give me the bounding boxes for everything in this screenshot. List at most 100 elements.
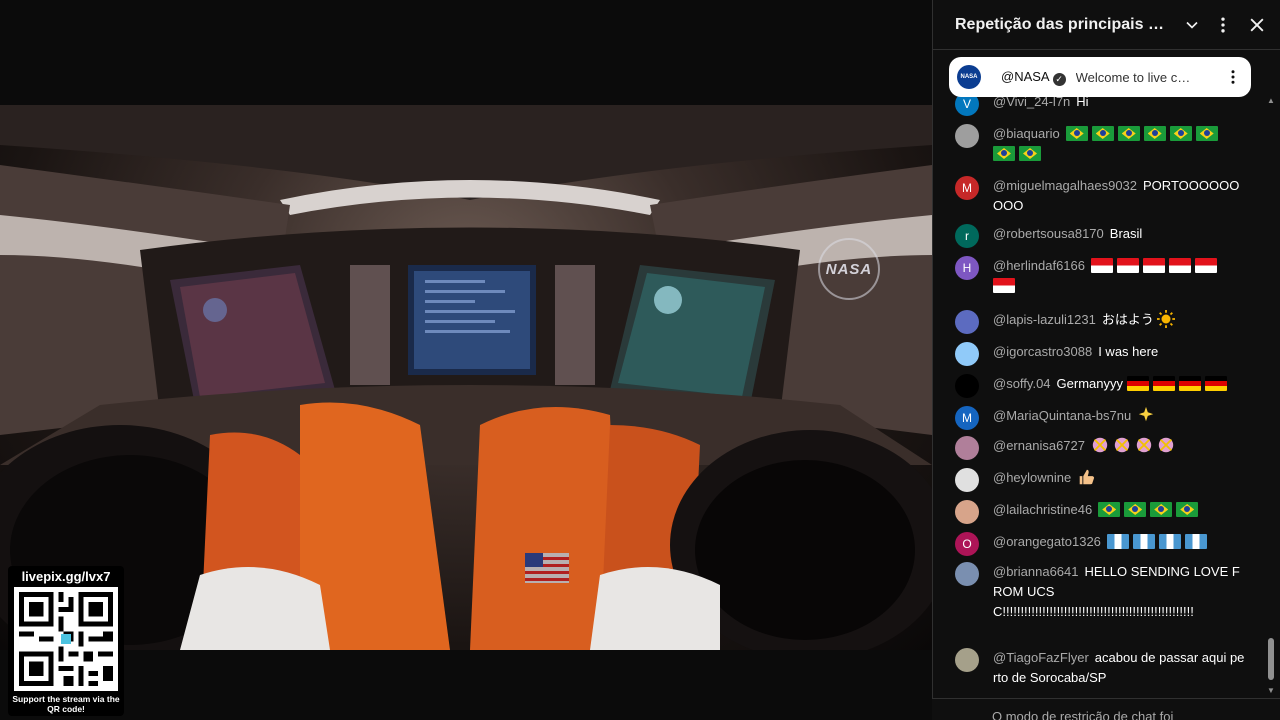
message-body: @MariaQuintana-bs7nu [993, 406, 1245, 430]
author-name[interactable]: @TiagoFazFlyer [993, 650, 1089, 665]
pinned-more-options-button[interactable] [1223, 65, 1243, 89]
party-emoji-icon [1113, 437, 1135, 453]
scroll-down-arrow-icon[interactable]: ▼ [1266, 686, 1276, 695]
chat-message[interactable]: @ernanisa6727 [955, 436, 1255, 460]
chat-close-button[interactable] [1242, 8, 1272, 42]
qr-donation-overlay: livepix.gg/lvx7 Support the stream via t… [8, 566, 124, 716]
chat-footer: O modo de restrição de chat foi [932, 698, 1280, 720]
author-name[interactable]: @lapis-lazuli1231 [993, 312, 1096, 327]
chevron-down-icon [1185, 21, 1198, 29]
scroll-up-arrow-icon[interactable]: ▲ [1266, 96, 1276, 105]
author-avatar[interactable]: M [955, 176, 979, 200]
party-emoji-icon [1157, 437, 1179, 453]
chat-message[interactable]: @lapis-lazuli1231 おはよう [955, 310, 1255, 334]
de-flag-emoji-icon [1178, 376, 1201, 391]
br-flag-emoji-icon [1117, 126, 1140, 141]
message-body: @lapis-lazuli1231 おはよう [993, 310, 1245, 334]
author-avatar[interactable] [955, 648, 979, 672]
author-name[interactable]: @herlindaf6166 [993, 258, 1085, 273]
author-avatar[interactable] [955, 468, 979, 492]
chat-mode-dropdown-button[interactable] [1177, 8, 1207, 42]
id-flag-emoji-icon [1194, 258, 1217, 273]
thumbsup-emoji-icon [1077, 469, 1099, 485]
id-flag-emoji-icon [1168, 258, 1191, 273]
chat-scrollbar-thumb[interactable] [1268, 638, 1274, 680]
message-body: @heylownine [993, 468, 1245, 492]
br-flag-emoji-icon [1091, 126, 1114, 141]
chat-message[interactable]: M @miguelmagalhaes9032 PORTOOOOOOOOO [955, 176, 1255, 216]
message-body: @biaquario [993, 124, 1245, 164]
de-flag-emoji-icon [1152, 376, 1175, 391]
chat-message[interactable]: M @MariaQuintana-bs7nu [955, 406, 1255, 430]
author-avatar[interactable] [955, 124, 979, 148]
author-avatar[interactable] [955, 500, 979, 524]
video-player[interactable]: NASA livepix.gg/lvx7 Support the stream … [0, 0, 932, 720]
author-avatar[interactable]: H [955, 256, 979, 280]
message-text: おはよう [1101, 312, 1154, 327]
more-vert-icon [1221, 17, 1225, 32]
qr-url-text: livepix.gg/lvx7 [21, 569, 111, 584]
br-flag-emoji-icon [1098, 502, 1121, 517]
id-flag-emoji-icon [1116, 258, 1139, 273]
pinned-message-text: Welcome to live c… [1075, 69, 1191, 85]
gt-flag-emoji-icon [1132, 534, 1155, 549]
gt-flag-emoji-icon [1158, 534, 1181, 549]
author-avatar[interactable] [955, 562, 979, 586]
author-name[interactable]: @biaquario [993, 126, 1060, 141]
video-frame[interactable]: NASA [0, 105, 932, 650]
author-name[interactable]: @igorcastro3088 [993, 344, 1092, 359]
de-flag-emoji-icon [1204, 376, 1227, 391]
author-avatar[interactable] [955, 436, 979, 460]
message-body: @orangegato1326 [993, 532, 1245, 556]
chat-message[interactable]: @soffy.04 Germanyyy [955, 374, 1255, 398]
chat-message[interactable]: r @robertsousa8170 Brasil [955, 224, 1255, 248]
author-name[interactable]: @lailachristine46 [993, 502, 1092, 517]
message-body: @miguelmagalhaes9032 PORTOOOOOOOOO [993, 176, 1245, 216]
author-avatar[interactable] [955, 342, 979, 366]
author-name[interactable]: @orangegato1326 [993, 534, 1101, 549]
de-flag-emoji-icon [1126, 376, 1149, 391]
author-name[interactable]: @miguelmagalhaes9032 [993, 178, 1137, 193]
br-flag-emoji-icon [1169, 126, 1192, 141]
pinned-author-name: @NASA [1001, 68, 1050, 84]
pinned-author-avatar: NASA [957, 65, 981, 89]
author-name[interactable]: @soffy.04 [993, 376, 1051, 391]
author-avatar[interactable] [955, 310, 979, 334]
chat-more-options-button[interactable] [1208, 8, 1238, 42]
author-avatar[interactable]: M [955, 406, 979, 430]
nasa-watermark-logo: NASA [818, 238, 880, 300]
chat-message[interactable]: H @herlindaf6166 [955, 256, 1255, 296]
chat-message[interactable]: @heylownine [955, 468, 1255, 492]
chat-header: Repetição das principais mens… [933, 0, 1280, 50]
author-avatar[interactable]: O [955, 532, 979, 556]
cockpit-scene [0, 105, 932, 650]
author-name[interactable]: @brianna6641 [993, 564, 1078, 579]
chat-message[interactable]: O @orangegato1326 [955, 532, 1255, 556]
id-flag-emoji-icon [1142, 258, 1165, 273]
chat-message[interactable]: @brianna6641 HELLO SENDING LOVE FROM UCSC… [955, 562, 1255, 622]
chat-message[interactable]: @lailachristine46 [955, 500, 1255, 524]
br-flag-emoji-icon [1065, 126, 1088, 141]
chat-message[interactable]: @igorcastro3088 I was here [955, 342, 1255, 366]
chat-mode-title[interactable]: Repetição das principais mens… [955, 16, 1175, 34]
sun-emoji-icon [1157, 310, 1179, 328]
chat-message-list[interactable]: V @Vivi_24-l7n Hi @biaquario M @miguelmagalh… [933, 92, 1267, 698]
gt-flag-emoji-icon [1184, 534, 1207, 549]
author-name[interactable]: @heylownine [993, 470, 1071, 485]
br-flag-emoji-icon [993, 146, 1015, 161]
sparkles-emoji-icon [1137, 406, 1159, 423]
author-avatar[interactable]: r [955, 224, 979, 248]
message-text: Germanyyy [1056, 376, 1123, 391]
pinned-message-banner[interactable]: NASA @NASA ✓ Welcome to live c… [949, 57, 1251, 97]
author-name[interactable]: @robertsousa8170 [993, 226, 1104, 241]
more-vert-icon [1231, 70, 1235, 84]
author-avatar[interactable] [955, 374, 979, 398]
br-flag-emoji-icon [1019, 146, 1041, 161]
chat-message[interactable]: @biaquario [955, 124, 1255, 164]
message-text: Brasil [1109, 226, 1143, 241]
br-flag-emoji-icon [1150, 502, 1173, 517]
author-name[interactable]: @MariaQuintana-bs7nu [993, 408, 1131, 423]
author-name[interactable]: @ernanisa6727 [993, 438, 1085, 453]
verified-check-icon: ✓ [1052, 72, 1066, 86]
chat-message[interactable]: @TiagoFazFlyer acabou de passar aqui pert… [955, 648, 1255, 688]
